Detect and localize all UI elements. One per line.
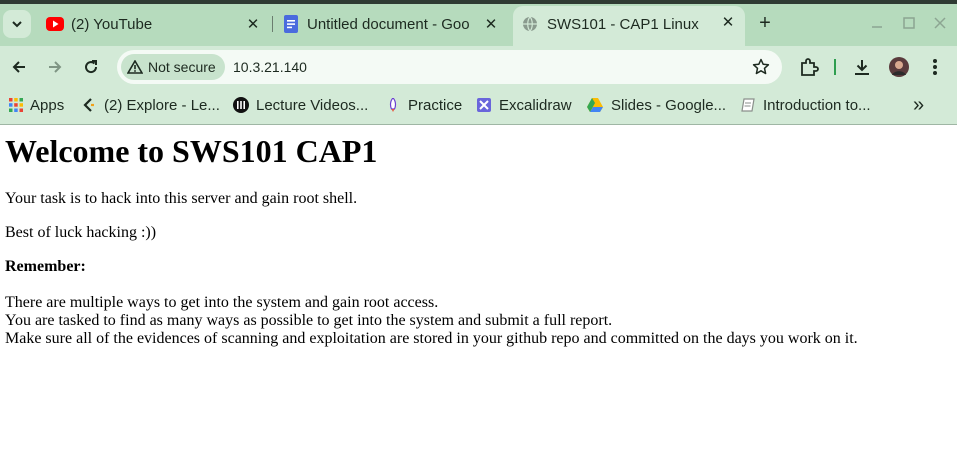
- tab-title: (2) YouTube: [71, 15, 153, 33]
- menu-kebab-icon[interactable]: [924, 56, 946, 78]
- bookmark-star-icon[interactable]: [752, 58, 770, 81]
- close-tab-icon[interactable]: ✕: [482, 15, 500, 33]
- youtube-icon: [46, 17, 64, 31]
- excalidraw-icon: [477, 98, 491, 112]
- close-tab-icon[interactable]: ✕: [244, 15, 262, 33]
- tab-youtube[interactable]: (2) YouTube ✕: [38, 8, 270, 40]
- maximize-icon[interactable]: [900, 14, 918, 32]
- download-icon[interactable]: [851, 56, 873, 78]
- explore-icon: [83, 98, 94, 112]
- lecture-icon: [233, 97, 249, 113]
- bookmark-label: (2) Explore - Le...: [104, 96, 220, 114]
- bookmark-slides[interactable]: Slides - Google...: [587, 94, 726, 116]
- url-text[interactable]: 10.3.21.140: [233, 59, 307, 75]
- reload-button[interactable]: [79, 55, 103, 79]
- page-heading: Welcome to SWS101 CAP1: [5, 133, 378, 169]
- remember-label: Remember:: [5, 258, 86, 275]
- back-arrow-icon: [12, 61, 25, 73]
- globe-icon: [523, 16, 537, 32]
- minimize-icon[interactable]: [868, 14, 886, 32]
- tab-title: Untitled document - Goo: [307, 15, 470, 33]
- extensions-separator: [834, 59, 836, 75]
- luck-text: Best of luck hacking :)): [5, 224, 157, 241]
- tab-title: SWS101 - CAP1 Linux: [547, 15, 699, 33]
- google-docs-icon: [284, 15, 298, 33]
- tab-search-button[interactable]: [3, 10, 31, 38]
- apps-grid-icon: [9, 98, 23, 112]
- bookmark-label: Introduction to...: [763, 96, 871, 114]
- browser-toolbar: Not secure 10.3.21.140: [0, 46, 957, 88]
- forward-arrow-icon: [49, 61, 62, 73]
- notebook-icon: [741, 98, 755, 112]
- warning-icon: [127, 60, 143, 74]
- tab-separator: [272, 16, 273, 32]
- more-bookmarks-button[interactable]: »: [913, 94, 924, 116]
- chevron-down-icon: [12, 21, 22, 28]
- note-line: There are multiple ways to get into the …: [5, 294, 439, 311]
- bookmark-excalidraw[interactable]: Excalidraw: [477, 94, 572, 116]
- bookmark-explore[interactable]: (2) Explore - Le...: [82, 94, 220, 116]
- back-button[interactable]: [7, 55, 31, 79]
- bookmark-practice[interactable]: Practice: [386, 94, 462, 116]
- page-content: Welcome to SWS101 CAP1 Your task is to h…: [0, 125, 957, 453]
- bookmark-label: Practice: [408, 96, 463, 114]
- intro-text: Your task is to hack into this server an…: [5, 190, 358, 207]
- extensions-icon[interactable]: [798, 56, 820, 78]
- bookmark-introduction[interactable]: Introduction to...: [741, 94, 871, 116]
- bookmark-label: Excalidraw: [499, 96, 572, 114]
- tab-sws101-active[interactable]: SWS101 - CAP1 Linux ✕: [513, 6, 745, 46]
- practice-icon: [389, 98, 397, 112]
- reload-icon: [85, 60, 98, 74]
- bookmark-lecture-videos[interactable]: Lecture Videos...: [233, 94, 368, 116]
- window-close-icon[interactable]: [931, 14, 949, 32]
- bookmark-apps[interactable]: Apps: [9, 94, 64, 116]
- new-tab-button[interactable]: +: [754, 12, 776, 34]
- bookmarks-bar: Apps (2) Explore - Le... Lecture Videos.…: [0, 88, 957, 124]
- profile-avatar[interactable]: [888, 56, 910, 78]
- bookmark-label: Apps: [30, 96, 65, 114]
- forward-button[interactable]: [43, 55, 67, 79]
- security-label: Not secure: [148, 59, 216, 75]
- tab-google-docs[interactable]: Untitled document - Goo ✕: [276, 8, 508, 40]
- google-drive-icon: [587, 98, 603, 112]
- note-line: You are tasked to find as many ways as p…: [5, 312, 613, 329]
- tab-strip: (2) YouTube ✕ Untitled document - Goo ✕ …: [0, 0, 957, 46]
- close-tab-icon[interactable]: ✕: [719, 13, 737, 31]
- browser-chrome: (2) YouTube ✕ Untitled document - Goo ✕ …: [0, 0, 957, 125]
- note-line: Make sure all of the evidences of scanni…: [5, 330, 858, 347]
- bookmark-label: Slides - Google...: [611, 96, 727, 114]
- bookmark-label: Lecture Videos...: [256, 96, 369, 114]
- site-info-chip[interactable]: Not secure: [121, 54, 225, 80]
- address-bar[interactable]: Not secure 10.3.21.140: [117, 50, 782, 84]
